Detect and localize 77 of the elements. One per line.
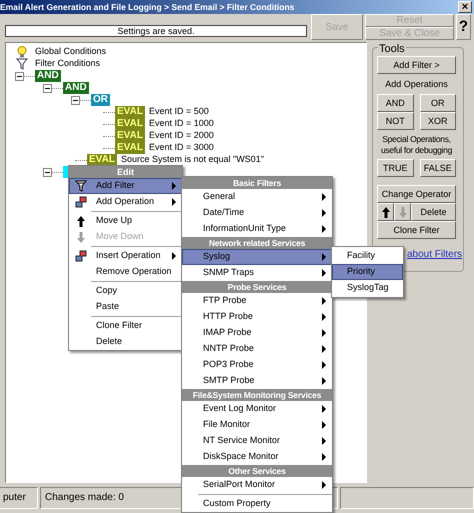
tree-label: Filter Conditions [35,57,100,70]
menu-item[interactable]: File Monitor [182,417,332,433]
menu-item[interactable]: POP3 Probe [182,357,332,373]
menu-item[interactable]: SNMP Traps [182,265,332,281]
menu-section-header: Basic Filters [182,177,332,189]
condition-text: Event ID = 500 [148,105,209,118]
eval-badge[interactable]: EVAL [87,154,117,166]
menu-item[interactable]: HTTP Probe [182,309,332,325]
operator-button[interactable]: NOT [377,112,414,130]
menu-item[interactable]: Clone Filter [69,318,182,334]
menu-title: Edit [69,166,182,178]
menu-section-header: Network related Services [182,237,332,249]
down-arrow-icon [75,230,87,244]
operator-badge[interactable]: AND [63,82,89,94]
delete-button[interactable]: Delete [411,203,456,221]
menu-section-header: Probe Services [182,281,332,293]
eval-badge[interactable]: EVAL [115,142,145,154]
move-up-button[interactable] [377,203,394,221]
operator-badge[interactable]: OR [91,94,110,106]
menu-item[interactable]: Delete [69,334,182,350]
up-arrow-icon [380,206,390,218]
menu-item[interactable]: InformationUnit Type [182,221,332,237]
menu-item[interactable]: SMTP Probe [182,373,332,389]
menu-item[interactable]: SyslogTag [332,280,403,296]
menu-item[interactable]: IMAP Probe [182,325,332,341]
menu-item[interactable]: Remove Operation [69,264,182,280]
operator-button[interactable]: OR [420,94,456,112]
operator-button[interactable]: AND [377,94,414,112]
section-label: Add Operations [384,79,449,90]
menu-item[interactable]: Custom Property [182,496,332,512]
menu-item[interactable]: NNTP Probe [182,341,332,357]
menu-item[interactable]: FTP Probe [182,293,332,309]
menu-section-header: File&System Monitoring Services [182,389,332,401]
help-button[interactable]: ? [456,14,471,40]
window-title: Email Alert Generation and File Logging > Send Email > Filter Conditions [0,1,294,14]
menu-item[interactable]: Paste [69,299,182,315]
condition-text: Event ID = 1000 [148,117,214,130]
menu-item[interactable]: Add Filter [69,178,182,194]
close-button[interactable]: × [458,1,472,13]
operator-button[interactable]: TRUE [377,159,414,177]
menu-item[interactable]: Priority [332,264,403,280]
menu-item[interactable]: Date/Time [182,205,332,221]
menu-item[interactable]: NT Service Monitor [182,433,332,449]
menu-item[interactable]: DiskSpace Monitor [182,449,332,465]
condition-text: Event ID = 2000 [148,129,214,142]
blocks-icon [75,196,87,208]
menu-item[interactable]: Event Log Monitor [182,401,332,417]
menu-item[interactable]: General [182,189,332,205]
status-panel: puter [0,487,38,509]
eval-badge[interactable]: EVAL [115,130,145,142]
light-bulb-icon [16,46,28,58]
status-message-field: Settings are saved. [5,25,307,37]
blocks-icon [75,250,87,262]
down-arrow-icon [398,206,408,218]
up-arrow-icon [75,214,87,228]
section-label: Special Operations, useful for debugging [380,134,454,156]
menu-item[interactable]: Copy [69,283,182,299]
menu-item[interactable]: Add Operation [69,194,182,210]
condition-text: Source System is not equal "WS01" [120,153,264,166]
help-link[interactable]: about Filters [407,247,462,262]
menu-item[interactable]: Insert Operation [69,248,182,264]
menu-item[interactable]: Move Up [69,213,182,229]
funnel-icon [75,180,87,192]
condition-text: Event ID = 3000 [148,141,214,154]
tree-label: Global Conditions [35,45,106,58]
clone-filter-button[interactable]: Clone Filter [377,221,456,239]
operator-badge[interactable]: AND [35,70,61,82]
menu-item[interactable]: Syslog [182,249,332,265]
change-operator-button[interactable]: Change Operator [377,185,456,203]
eval-badge[interactable]: EVAL [115,106,145,118]
menu-section-header: Other Services [182,465,332,477]
menu-item[interactable]: Facility [332,248,403,264]
operator-button[interactable]: XOR [420,112,456,130]
add-filter-button[interactable]: Add Filter > [377,56,456,74]
operator-button[interactable]: FALSE [420,159,456,177]
funnel-icon [16,58,28,70]
eval-badge[interactable]: EVAL [115,118,145,130]
